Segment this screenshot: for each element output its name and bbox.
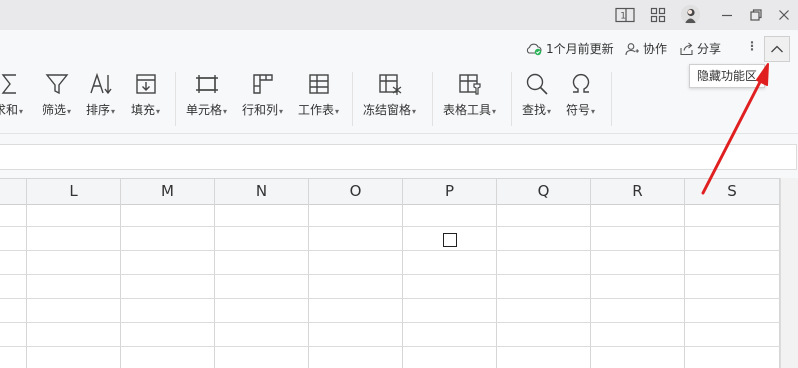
sort-icon — [89, 72, 112, 95]
avatar[interactable] — [681, 5, 700, 24]
column-header-n[interactable]: N — [215, 179, 309, 204]
ribbon-fill-button[interactable]: 填充▾ — [131, 70, 160, 118]
fill-icon — [135, 74, 156, 94]
ribbon-separator — [432, 72, 433, 126]
column-header-r[interactable]: R — [591, 179, 685, 204]
worksheet-icon — [308, 74, 329, 94]
filter-icon — [45, 74, 68, 95]
title-bar: 1 — [0, 0, 798, 30]
sync-status-label: 1个月前更新 — [546, 42, 614, 56]
checkbox-cell[interactable] — [443, 233, 457, 247]
formula-bar-area — [0, 134, 798, 178]
minimize-icon[interactable] — [716, 4, 738, 26]
collaborate-label: 协作 — [643, 42, 668, 56]
ribbon-filter-button[interactable]: 筛选▾ — [42, 70, 71, 118]
grid-apps-icon[interactable] — [647, 4, 669, 26]
column-header-s[interactable]: S — [685, 179, 780, 204]
ribbon-search-label: 查找 — [522, 103, 547, 117]
ribbon-symbol-button[interactable]: 符号▾ — [566, 70, 595, 118]
collapse-ribbon-button[interactable] — [764, 36, 790, 62]
collapse-ribbon-tooltip: 隐藏功能区 — [689, 64, 766, 88]
ribbon-separator — [511, 72, 512, 126]
action-bar: 1个月前更新 协作 分享 ⋮ — [0, 30, 798, 66]
ribbon-sort-button[interactable]: 排序▾ — [86, 70, 115, 118]
restore-icon[interactable] — [745, 4, 767, 26]
ribbon-row-col-button[interactable]: 行和列▾ — [242, 70, 283, 118]
ribbon-separator — [175, 72, 176, 126]
vertical-scrollbar[interactable] — [780, 178, 798, 368]
column-header-partial[interactable] — [0, 179, 27, 204]
column-header-p[interactable]: P — [403, 179, 497, 204]
share-label: 分享 — [697, 42, 722, 56]
ribbon-worksheet-label: 工作表 — [298, 103, 335, 117]
freeze-icon — [378, 74, 401, 95]
ribbon-search-button[interactable]: 查找▾ — [522, 70, 551, 118]
ribbon-table-tools-label: 表格工具 — [443, 103, 492, 117]
row-col-icon — [252, 74, 273, 94]
ribbon-sum-label: 求和 — [0, 103, 19, 117]
sync-status[interactable]: 1个月前更新 — [525, 40, 614, 57]
ribbon-separator — [611, 72, 612, 126]
ribbon-row-col-label: 行和列 — [242, 103, 279, 117]
chevron-up-icon — [771, 45, 783, 53]
cloud-synced-icon — [526, 43, 542, 55]
ribbon-toolbar: 求和▾ 筛选▾ 排序▾ 填充▾ 单元格▾ 行和列▾ 工作表▾ 冻结窗格▾ 表格工… — [0, 66, 798, 134]
column-header-row: L M N O P Q R S — [0, 178, 780, 205]
collaborate-icon — [625, 42, 639, 55]
collaborate-button[interactable]: 协作 — [625, 40, 667, 57]
close-icon[interactable] — [773, 4, 795, 26]
column-header-m[interactable]: M — [121, 179, 215, 204]
ribbon-freeze-label: 冻结窗格 — [363, 103, 412, 117]
formula-input[interactable] — [0, 144, 797, 170]
column-header-o[interactable]: O — [309, 179, 403, 204]
ribbon-cell-button[interactable]: 单元格▾ — [186, 70, 227, 118]
more-options-button[interactable]: ⋮ — [746, 39, 758, 53]
omega-icon — [572, 73, 589, 93]
ribbon-fill-label: 填充 — [131, 103, 156, 117]
spreadsheet-grid[interactable] — [0, 204, 780, 368]
ribbon-cell-label: 单元格 — [186, 103, 223, 117]
search-icon — [526, 73, 548, 95]
share-icon — [680, 42, 693, 55]
svg-text:1: 1 — [620, 12, 626, 22]
ribbon-separator — [352, 72, 353, 126]
sigma-icon — [1, 74, 16, 94]
ribbon-sum-button[interactable]: 求和▾ — [0, 70, 23, 118]
column-header-l[interactable]: L — [27, 179, 121, 204]
ribbon-table-tools-button[interactable]: 表格工具▾ — [443, 70, 496, 118]
ribbon-filter-label: 筛选 — [42, 103, 67, 117]
ribbon-worksheet-button[interactable]: 工作表▾ — [298, 70, 339, 118]
ribbon-freeze-button[interactable]: 冻结窗格▾ — [363, 70, 416, 118]
cell-icon — [195, 75, 218, 93]
column-header-q[interactable]: Q — [497, 179, 591, 204]
ribbon-sort-label: 排序 — [86, 103, 111, 117]
layout-icon[interactable]: 1 — [614, 4, 636, 26]
ribbon-symbol-label: 符号 — [566, 103, 591, 117]
table-tools-icon — [458, 74, 481, 95]
share-button[interactable]: 分享 — [679, 40, 721, 57]
